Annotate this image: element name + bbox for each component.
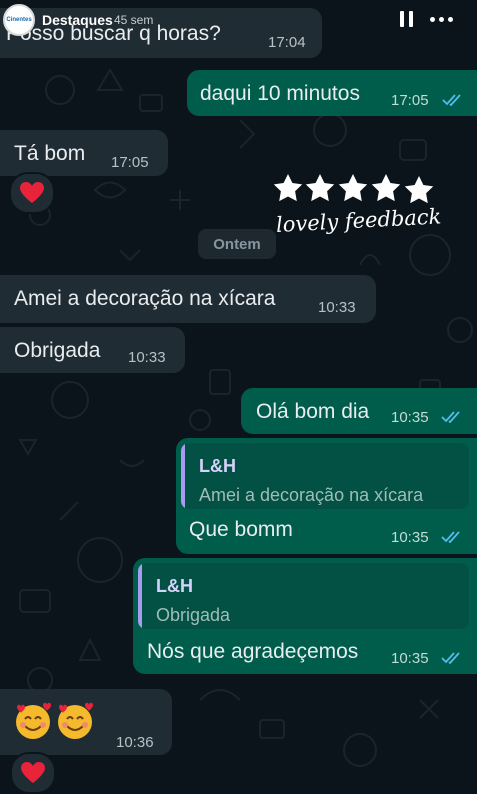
- highlight-title[interactable]: Destaques: [42, 12, 113, 28]
- story-age: 45 sem: [114, 13, 154, 27]
- pause-icon[interactable]: [400, 11, 414, 27]
- quote-accent-bar: [138, 563, 142, 629]
- message-time: 17:05: [111, 154, 149, 171]
- message-bubble[interactable]: Tá bom 17:05: [0, 130, 168, 176]
- message-text: Que bomm: [189, 518, 293, 541]
- sticker-caption: lovely feedback: [275, 204, 441, 237]
- message-bubble[interactable]: L&H Obrigada Nós que agradeçemos 10:35: [133, 558, 477, 674]
- message-text: Amei a decoração na xícara: [14, 287, 276, 310]
- read-ticks-icon: [441, 531, 460, 543]
- message-text: daqui 10 minutos: [200, 82, 360, 105]
- message-text: Olá bom dia: [256, 400, 370, 423]
- date-separator: Ontem: [198, 229, 276, 259]
- quote-accent-bar: [181, 443, 185, 509]
- star-icon: [371, 174, 401, 202]
- profile-avatar[interactable]: Cinentes: [3, 4, 35, 36]
- more-options-icon[interactable]: [430, 17, 454, 23]
- read-ticks-icon: [441, 652, 460, 664]
- message-bubble[interactable]: Amei a decoração na xícara 10:33: [0, 275, 376, 323]
- message-time: 10:36: [116, 734, 154, 751]
- quote-author: L&H: [199, 456, 236, 476]
- message-bubble[interactable]: L&H Amei a decoração na xícara Que bomm …: [176, 438, 477, 554]
- quote-author: L&H: [156, 576, 193, 596]
- star-icon: [338, 174, 368, 202]
- read-ticks-icon: [442, 94, 461, 106]
- smiling-face-with-hearts-icon: [58, 702, 93, 739]
- message-time: 10:33: [318, 299, 356, 316]
- smiling-face-with-hearts-icon: [16, 702, 51, 739]
- message-time: 17:05: [391, 92, 429, 109]
- message-text: Obrigada: [14, 339, 101, 362]
- reaction-badge[interactable]: [9, 172, 55, 214]
- reaction-badge[interactable]: [10, 752, 56, 794]
- star-icon: [305, 174, 335, 202]
- message-bubble[interactable]: Obrigada 10:33: [0, 327, 185, 373]
- message-bubble[interactable]: daqui 10 minutos 17:05: [187, 70, 477, 116]
- message-time: 10:35: [391, 650, 429, 667]
- quote-text: Obrigada: [156, 605, 231, 625]
- quoted-message[interactable]: L&H Obrigada: [138, 563, 469, 629]
- lovely-feedback-sticker: lovely feedback: [273, 174, 442, 237]
- message-text: Nós que agradeçemos: [147, 640, 359, 663]
- star-icon: [404, 176, 434, 204]
- message-time: 10:35: [391, 409, 429, 426]
- quote-text: Amei a decoração na xícara: [199, 485, 424, 505]
- heart-icon: [21, 762, 45, 783]
- star-icon: [273, 174, 303, 202]
- message-time: 10:35: [391, 529, 429, 546]
- message-bubble[interactable]: 10:36: [0, 689, 172, 755]
- message-time: 10:33: [128, 349, 166, 366]
- message-text: Tá bom: [14, 142, 86, 165]
- read-ticks-icon: [441, 411, 460, 423]
- story-header: Cinentes Destaques 45 sem: [0, 0, 477, 40]
- message-bubble[interactable]: Olá bom dia 10:35: [241, 388, 477, 434]
- quoted-message[interactable]: L&H Amei a decoração na xícara: [181, 443, 469, 509]
- heart-icon: [20, 182, 44, 203]
